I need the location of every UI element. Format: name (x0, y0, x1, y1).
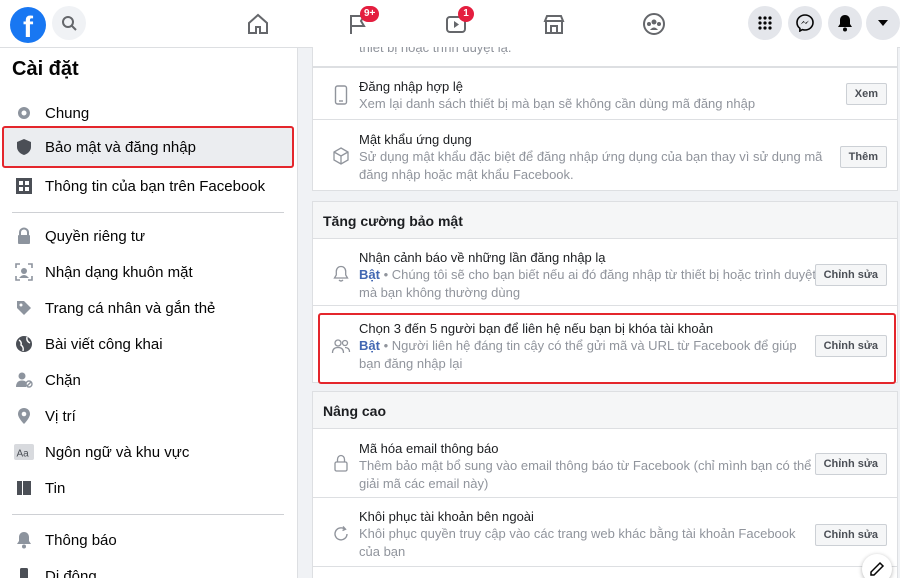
row-description: Bật • Chúng tôi sẽ cho bạn biết nếu ai đ… (359, 266, 819, 302)
sidebar-item-stories[interactable]: Tin (4, 470, 294, 506)
padlock-icon (331, 453, 351, 473)
svg-text:Aa: Aa (17, 449, 30, 460)
cube-icon (331, 146, 351, 166)
sidebar-item-public-posts[interactable]: Bài viết công khai (4, 326, 294, 362)
row-description-text: • Chúng tôi sẽ cho bạn biết nếu ai đó đă… (359, 267, 817, 300)
sidebar-item-notifications[interactable]: Thông báo (4, 522, 294, 558)
settings-sidebar: Cài đặt Chung Bảo mật và đăng nhập Thông… (0, 48, 298, 578)
sidebar-item-label: Bảo mật và đăng nhập (45, 138, 196, 156)
row-description: Xem lại danh sách thiết bị mà bạn sẽ khô… (359, 96, 756, 111)
section-header-extra-security: Tăng cường bảo mật (312, 201, 898, 239)
groups-icon[interactable] (638, 8, 670, 40)
row-title: Mã hóa email thông báo (359, 441, 499, 456)
unrecognized-login-alerts-row: Nhận cảnh báo về những lần đăng nhập lạ … (312, 238, 898, 306)
edit-button[interactable]: Chỉnh sửa (814, 453, 887, 475)
row-title: Khôi phục tài khoản bên ngoài (359, 509, 534, 524)
refresh-icon (331, 524, 351, 544)
mobile-icon (14, 566, 34, 578)
divider (12, 212, 284, 213)
gear-icon (14, 103, 34, 123)
sidebar-item-profile-tagging[interactable]: Trang cá nhân và gắn thẻ (4, 290, 294, 326)
shield-icon (14, 137, 34, 157)
messenger-icon[interactable] (788, 6, 822, 40)
sidebar-item-label: Chặn (45, 371, 81, 389)
sidebar-item-security-login[interactable]: Bảo mật và đăng nhập (2, 126, 294, 168)
sidebar-item-label: Quyền riêng tư (45, 227, 146, 245)
video-icon[interactable]: 1 (440, 6, 474, 40)
lock-icon (14, 226, 34, 246)
encrypted-notification-emails-row: Mã hóa email thông báo Thêm bảo mật bổ s… (312, 428, 898, 498)
menu-grid-icon[interactable] (748, 6, 782, 40)
sidebar-item-label: Thông báo (45, 531, 117, 549)
top-navigation-bar: f 9+ 1 (0, 0, 900, 48)
tag-icon (14, 298, 34, 318)
external-account-recovery-row: Khôi phục tài khoản bên ngoài Khôi phục … (312, 497, 898, 567)
phone-icon (331, 85, 351, 105)
location-pin-icon (14, 406, 34, 426)
notifications-bell-icon[interactable] (828, 6, 862, 40)
sidebar-item-your-facebook-info[interactable]: Thông tin của bạn trên Facebook (4, 168, 294, 204)
language-icon: Aa (14, 442, 34, 462)
row-description: Khôi phục quyền truy cập vào các trang w… (359, 526, 796, 559)
next-row-fragment (312, 566, 898, 578)
face-icon (14, 262, 34, 282)
logo-letter: f (23, 11, 33, 43)
sidebar-item-location[interactable]: Vị trí (4, 398, 294, 434)
sidebar-item-label: Vị trí (45, 407, 76, 425)
facebook-logo-icon[interactable]: f (10, 7, 46, 43)
home-icon[interactable] (242, 8, 274, 40)
compose-icon[interactable] (862, 554, 892, 578)
video-badge: 1 (458, 6, 474, 22)
book-icon (14, 478, 34, 498)
search-icon[interactable] (52, 6, 86, 40)
sidebar-item-label: Di động (45, 567, 97, 578)
sidebar-item-label: Trang cá nhân và gắn thẻ (45, 299, 216, 317)
sidebar-item-blocking[interactable]: Chặn (4, 362, 294, 398)
edit-button[interactable]: Chỉnh sửa (814, 264, 887, 286)
previous-row-text: thiết bị hoặc trình duyệt lạ. (359, 47, 512, 55)
sidebar-item-label: Chung (45, 104, 90, 122)
section-header-advanced: Nâng cao (312, 391, 898, 429)
sidebar-item-label: Nhận dạng khuôn mặt (45, 263, 193, 281)
account-dropdown-icon[interactable] (866, 6, 900, 40)
sidebar-item-label: Thông tin của bạn trên Facebook (45, 177, 266, 195)
flag-badge: 9+ (360, 6, 380, 22)
row-title: Nhận cảnh báo về những lần đăng nhập lạ (359, 250, 606, 265)
bell-icon (14, 530, 34, 550)
sidebar-item-label: Tin (45, 479, 66, 497)
settings-main-panel: thiết bị hoặc trình duyệt lạ. Đăng nhập … (298, 47, 900, 578)
view-button[interactable]: Xem (845, 83, 887, 105)
row-description: Sử dụng mật khẩu đặc biệt để đăng nhập ứ… (359, 149, 823, 182)
add-button[interactable]: Thêm (839, 146, 887, 168)
sidebar-item-privacy[interactable]: Quyền riêng tư (4, 218, 294, 254)
row-title: Mật khẩu ứng dụng (359, 132, 472, 147)
marketplace-icon[interactable] (538, 8, 570, 40)
sidebar-item-label: Ngôn ngữ và khu vực (45, 443, 190, 461)
edit-button[interactable]: Chỉnh sửa (814, 524, 887, 546)
sidebar-title: Cài đặt (12, 58, 79, 80)
sidebar-item-label: Bài viết công khai (45, 335, 163, 353)
sidebar-item-mobile[interactable]: Di động (4, 558, 294, 578)
app-passwords-row: Mật khẩu ứng dụng Sử dụng mật khẩu đặc b… (312, 119, 898, 191)
row-description: Thêm bảo mật bổ sung vào email thông báo… (359, 458, 812, 491)
flag-icon[interactable]: 9+ (342, 6, 380, 40)
status-on: Bật (359, 267, 380, 282)
previous-row-fragment: thiết bị hoặc trình duyệt lạ. (312, 47, 898, 67)
bell-outline-icon (331, 264, 351, 284)
block-user-icon (14, 370, 34, 390)
divider (12, 514, 284, 515)
sidebar-item-face-recognition[interactable]: Nhận dạng khuôn mặt (4, 254, 294, 290)
authorized-logins-row: Đăng nhập hợp lệ Xem lại danh sách thiết… (312, 67, 898, 120)
grid-icon (14, 176, 34, 196)
highlight-box (318, 313, 896, 384)
globe-icon (14, 334, 34, 354)
sidebar-item-language-region[interactable]: Aa Ngôn ngữ và khu vực (4, 434, 294, 470)
row-title: Đăng nhập hợp lệ (359, 79, 463, 94)
